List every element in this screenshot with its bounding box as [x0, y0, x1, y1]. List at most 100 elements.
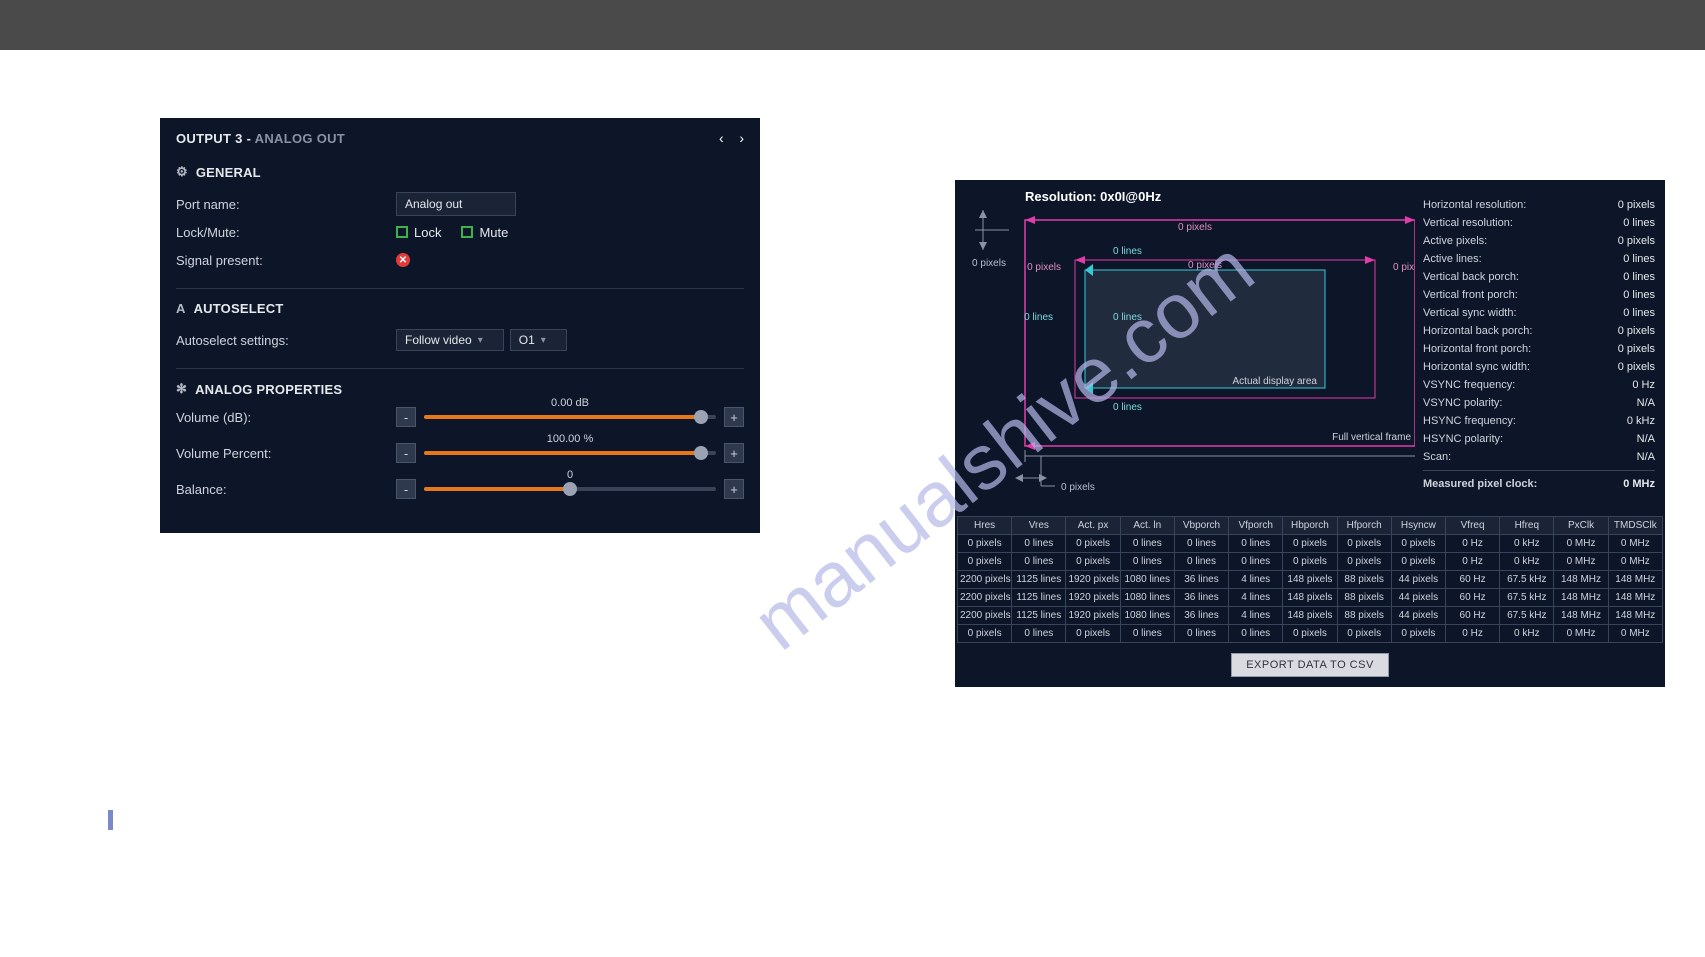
balance-row: Balance: - 0 + — [176, 479, 744, 499]
prop-value: 0 Hz — [1632, 376, 1655, 394]
timing-diagram: Resolution: 0x0I@0Hz 0 pixels 0 pixels — [965, 188, 1415, 508]
table-header: Hbporch — [1283, 517, 1337, 535]
table-cell: 148 MHz — [1554, 589, 1608, 607]
table-cell: 0 pixels — [1066, 535, 1120, 553]
prop-row: VSYNC frequency: 0 Hz — [1423, 376, 1655, 394]
balance-slider[interactable]: 0 — [424, 487, 716, 491]
volume-db-minus-button[interactable]: - — [396, 407, 416, 427]
volume-db-slider[interactable]: 0.00 dB — [424, 415, 716, 419]
table-cell: 4 lines — [1229, 571, 1283, 589]
table-cell: 36 lines — [1174, 589, 1228, 607]
table-cell: 60 Hz — [1445, 589, 1499, 607]
autoselect-output-select[interactable]: O1 ▾ — [510, 329, 567, 351]
table-cell: 148 pixels — [1283, 571, 1337, 589]
slider-fill — [424, 487, 570, 491]
prop-key: Vertical front porch: — [1423, 286, 1518, 304]
table-cell: 0 MHz — [1608, 553, 1662, 571]
table-cell: 0 kHz — [1500, 625, 1554, 643]
table-cell: 1125 lines — [1012, 571, 1066, 589]
top-bar — [0, 0, 1705, 50]
table-cell: 0 lines — [1012, 553, 1066, 571]
table-cell: 44 pixels — [1391, 607, 1445, 625]
checkbox-icon — [396, 226, 408, 238]
table-header: Vfreq — [1445, 517, 1499, 535]
prop-value: N/A — [1637, 430, 1655, 448]
table-cell: 0 kHz — [1500, 553, 1554, 571]
measured-clock-label: Measured pixel clock: — [1423, 475, 1537, 493]
volume-db-value: 0.00 dB — [551, 397, 589, 409]
analog-header-label: ANALOG PROPERTIES — [195, 382, 342, 397]
prop-row: Horizontal sync width:0 pixels — [1423, 358, 1655, 376]
table-header-row: HresVresAct. pxAct. lnVbporchVfporchHbpo… — [958, 517, 1663, 535]
table-header: Hfporch — [1337, 517, 1391, 535]
mute-checkbox[interactable]: Mute — [461, 225, 508, 240]
prop-key: VSYNC frequency: — [1423, 376, 1515, 394]
table-cell: 4 lines — [1229, 589, 1283, 607]
balance-minus-button[interactable]: - — [396, 479, 416, 499]
table-cell: 0 MHz — [1554, 535, 1608, 553]
table-cell: 0 pixels — [1391, 535, 1445, 553]
table-cell: 44 pixels — [1391, 589, 1445, 607]
volume-db-label: Volume (dB): — [176, 410, 396, 425]
table-cell: 0 pixels — [1391, 553, 1445, 571]
slider-knob[interactable] — [694, 410, 708, 424]
volume-pct-slider[interactable]: 100.00 % — [424, 451, 716, 455]
volume-pct-plus-button[interactable]: + — [724, 443, 744, 463]
analog-section: ✻ ANALOG PROPERTIES Volume (dB): - 0.00 … — [176, 381, 744, 499]
balance-plus-button[interactable]: + — [724, 479, 744, 499]
autoselect-mode-select[interactable]: Follow video ▾ — [396, 329, 504, 351]
prop-row: Active pixels:0 pixels — [1423, 232, 1655, 250]
prop-value: N/A — [1637, 448, 1655, 466]
slider-fill — [424, 415, 701, 419]
table-cell: 4 lines — [1229, 607, 1283, 625]
table-header: Vres — [1012, 517, 1066, 535]
table-row: 2200 pixels1125 lines1920 pixels1080 lin… — [958, 607, 1663, 625]
table-cell: 0 lines — [1174, 535, 1228, 553]
table-header: Act. px — [1066, 517, 1120, 535]
table-cell: 0 Hz — [1445, 553, 1499, 571]
volume-db-row: Volume (dB): - 0.00 dB + — [176, 407, 744, 427]
gear-icon: ⚙ — [176, 164, 188, 180]
prop-row: VSYNC polarity:N/A — [1423, 394, 1655, 412]
table-cell: 0 pixels — [1337, 535, 1391, 553]
table-header: Act. ln — [1120, 517, 1174, 535]
resolution-title: Resolution: 0x0I@0Hz — [1025, 189, 1161, 204]
panel-title: OUTPUT 3 - ANALOG OUT — [176, 131, 345, 146]
table-cell: 0 Hz — [1445, 535, 1499, 553]
lock-checkbox[interactable]: Lock — [396, 225, 441, 240]
table-cell: 0 lines — [1229, 553, 1283, 571]
table-cell: 148 MHz — [1608, 589, 1662, 607]
volume-db-plus-button[interactable]: + — [724, 407, 744, 427]
table-row: 0 pixels0 lines0 pixels0 lines0 lines0 l… — [958, 625, 1663, 643]
autoselect-output-value: O1 — [519, 333, 535, 347]
table-cell: 67.5 kHz — [1500, 589, 1554, 607]
port-name-row: Port name: — [176, 190, 744, 218]
prop-key: Active pixels: — [1423, 232, 1487, 250]
next-output-button[interactable]: › — [739, 130, 744, 146]
table-cell: 88 pixels — [1337, 607, 1391, 625]
port-name-input[interactable] — [396, 192, 516, 216]
page-cursor — [108, 810, 113, 830]
prop-key: HSYNC frequency: — [1423, 412, 1516, 430]
slider-knob[interactable] — [563, 482, 577, 496]
table-cell: 148 pixels — [1283, 607, 1337, 625]
table-cell: 148 pixels — [1283, 589, 1337, 607]
volume-pct-row: Volume Percent: - 100.00 % + — [176, 443, 744, 463]
table-row: 0 pixels0 lines0 pixels0 lines0 lines0 l… — [958, 535, 1663, 553]
sliders-icon: ✻ — [176, 381, 187, 397]
prev-output-button[interactable]: ‹ — [719, 130, 724, 146]
table-cell: 0 pixels — [1066, 625, 1120, 643]
bottom-lines: 0 lines — [1113, 402, 1142, 413]
export-csv-button[interactable]: EXPORT DATA TO CSV — [1231, 653, 1389, 677]
inner-lines-mid: 0 lines — [1113, 312, 1142, 323]
autoselect-header: A AUTOSELECT — [176, 301, 744, 316]
slider-knob[interactable] — [694, 446, 708, 460]
volume-pct-minus-button[interactable]: - — [396, 443, 416, 463]
table-row: 2200 pixels1125 lines1920 pixels1080 lin… — [958, 571, 1663, 589]
title-suffix: ANALOG OUT — [255, 131, 345, 146]
title-prefix: OUTPUT 3 - — [176, 131, 255, 146]
table-cell: 2200 pixels — [958, 589, 1012, 607]
table-header: Vbporch — [1174, 517, 1228, 535]
volume-pct-value: 100.00 % — [547, 433, 593, 445]
signal-row: Signal present: ✕ — [176, 246, 744, 274]
